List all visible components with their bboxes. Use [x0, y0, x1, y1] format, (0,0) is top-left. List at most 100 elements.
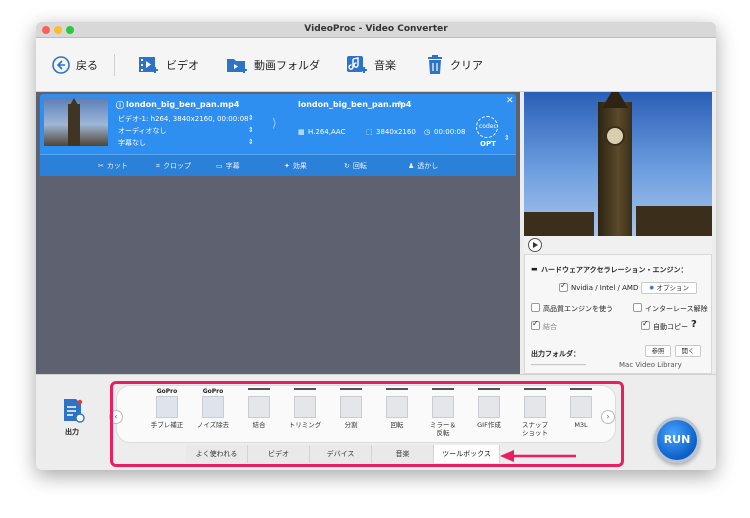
format-split[interactable]: 分割	[331, 388, 371, 438]
auto-copy-label: 自動コピー	[653, 323, 688, 331]
output-folder-label: 出力フォルダ：	[531, 350, 580, 358]
rotate-button[interactable]: ↻ 回転	[344, 161, 367, 171]
format-label: 手ブレ補正	[150, 421, 184, 429]
hw-accel-title: ハードウェアアクセラレーション・エンジン：	[541, 266, 688, 274]
format-m3l[interactable]: M3L	[561, 388, 601, 438]
back-label: 戻る	[76, 59, 98, 72]
scissors-icon: ✂	[98, 162, 104, 170]
magic-wand-icon: ✦	[284, 162, 290, 170]
tab-popular[interactable]: よく使われる	[186, 445, 248, 463]
folder-label: 動画フォルダ	[254, 59, 320, 72]
format-denoise[interactable]: GoPro ノイズ除去	[193, 388, 233, 438]
effect-button[interactable]: ✦ 効果	[284, 161, 307, 171]
format-trim[interactable]: トリミング	[285, 388, 325, 438]
tab-video[interactable]: ビデオ	[248, 445, 310, 463]
merge-checkbox[interactable]	[531, 319, 540, 330]
arrow-divider-icon: ⟩	[272, 116, 277, 130]
resolution-icon: ⬚	[366, 128, 373, 136]
nvidia-checkbox[interactable]	[559, 281, 568, 292]
subtitle-track-stepper-icon[interactable]: ⇕	[248, 138, 254, 146]
tools-icon	[248, 396, 270, 418]
carousel-prev-button[interactable]: ‹	[109, 410, 123, 424]
audio-track-stepper-icon[interactable]: ⇕	[248, 126, 254, 134]
open-folder-button[interactable]: 開く	[675, 345, 701, 357]
audio-track-info: オーディオなし	[118, 127, 167, 135]
video-thumbnail	[44, 98, 108, 146]
format-rotate[interactable]: 回転	[377, 388, 417, 438]
file-item-card[interactable]: ⓘ london_big_ben_pan.mp4 ビデオ-1: h264, 38…	[40, 94, 516, 176]
add-music-button[interactable]: 音楽	[346, 52, 396, 78]
big-ben-tower	[598, 102, 632, 236]
carousel-next-button[interactable]: ›	[601, 410, 615, 424]
video-preview[interactable]	[524, 92, 712, 236]
stabilize-icon	[156, 396, 178, 418]
output-filename[interactable]: london_big_ben_pan.mp4	[298, 100, 411, 109]
cut-label: カット	[106, 162, 128, 170]
window-title: VideoProc - Video Converter	[304, 24, 448, 34]
auto-copy-checkbox[interactable]	[641, 319, 650, 330]
subtitle-track-info: 字幕なし	[118, 139, 146, 147]
format-gif[interactable]: GIF作成	[469, 388, 509, 438]
rotate-label: 回転	[352, 162, 367, 170]
opt-stepper-icon[interactable]: ⇕	[504, 134, 510, 142]
trash-icon	[428, 55, 442, 74]
play-button[interactable]	[528, 238, 542, 252]
crop-label: クロップ	[162, 162, 191, 170]
format-mirror-flip[interactable]: ミラー＆反転	[423, 388, 463, 438]
tab-toolbox[interactable]: ツールボックス	[434, 445, 500, 463]
gopro-badge: GoPro	[156, 388, 178, 395]
duration-info: 00:00:08	[434, 128, 466, 136]
music-icon	[347, 56, 367, 73]
hq-engine-checkbox[interactable]	[531, 303, 540, 312]
back-button[interactable]: 戻る	[52, 52, 98, 78]
clear-button[interactable]: クリア	[426, 52, 483, 78]
edit-toolbar: ✂ カット ⌗ クロップ ▭ 字幕 ✦ 効果 ↻ 回転 ♟ 透かし	[40, 154, 516, 176]
remove-file-close-icon[interactable]: ✕	[506, 96, 514, 106]
denoise-icon	[202, 396, 224, 418]
clear-label: クリア	[450, 59, 483, 72]
opt-label[interactable]: OPT	[480, 140, 496, 148]
output-path[interactable]: Mac Video Library	[619, 361, 682, 369]
subtitle-icon: ▭	[216, 162, 223, 170]
add-video-button[interactable]: ビデオ	[138, 52, 199, 78]
clock-face	[605, 126, 625, 146]
browse-button[interactable]: 参照	[645, 345, 671, 357]
watermark-button[interactable]: ♟ 透かし	[408, 161, 438, 171]
music-label: 音楽	[374, 59, 396, 72]
deinterlace-checkbox[interactable]	[633, 303, 642, 312]
deinterlace-label: インターレース解除	[645, 305, 708, 313]
codec-option-gear-icon[interactable]: codec	[476, 116, 498, 138]
video-icon	[139, 57, 158, 73]
tab-music[interactable]: 音楽	[372, 445, 434, 463]
help-icon[interactable]: ?	[691, 319, 697, 330]
crop-icon: ⌗	[156, 161, 160, 170]
format-label: 分割	[344, 421, 358, 429]
tools-icon	[478, 396, 500, 418]
output-button[interactable]: 出力	[56, 397, 88, 437]
gopro-badge: GoPro	[202, 388, 224, 395]
format-stabilize[interactable]: GoPro 手ブレ補正	[147, 388, 187, 438]
format-label: 回転	[390, 421, 404, 429]
format-snapshot[interactable]: スナップショット	[515, 388, 555, 438]
format-label: GIF作成	[477, 421, 501, 429]
clock-icon: ◷	[424, 128, 431, 136]
cut-button[interactable]: ✂ カット	[98, 161, 128, 171]
video-track-stepper-icon[interactable]: ⇕	[248, 114, 254, 122]
info-icon[interactable]: ⓘ	[116, 100, 124, 111]
rename-pencil-icon[interactable]: ✎	[398, 100, 404, 108]
option-button[interactable]: ✹ オプション	[641, 282, 697, 294]
crop-button[interactable]: ⌗ クロップ	[156, 161, 191, 171]
effect-label: 効果	[292, 162, 307, 170]
format-label: スナップショット	[522, 421, 548, 437]
tab-device[interactable]: デバイス	[310, 445, 372, 463]
subtitle-button[interactable]: ▭ 字幕	[216, 161, 240, 171]
format-merge[interactable]: 結合	[239, 388, 279, 438]
add-folder-button[interactable]: 動画フォルダ	[226, 52, 320, 78]
watermark-icon: ♟	[408, 162, 415, 170]
chip-icon: ▬	[531, 265, 538, 273]
hq-engine-label: 高品質エンジンを使う	[543, 305, 613, 313]
back-arrow-icon	[52, 56, 70, 74]
video-track-info: ビデオ-1: h264, 3840x2160, 00:00:08	[118, 115, 249, 123]
output-settings-icon	[64, 399, 85, 423]
run-button[interactable]: RUN	[654, 417, 700, 463]
